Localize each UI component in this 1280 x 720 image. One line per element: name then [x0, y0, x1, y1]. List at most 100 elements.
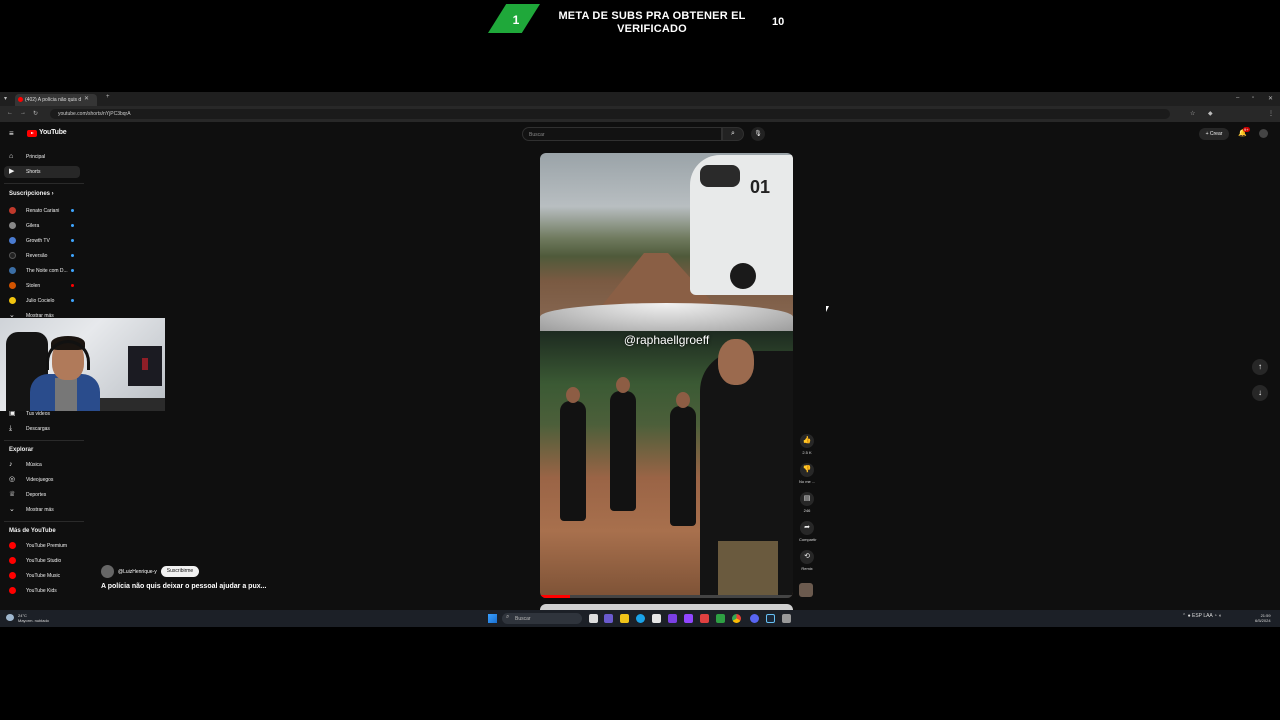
taskbar-search[interactable]: ⌕ Buscar [502, 613, 582, 624]
remix-button[interactable]: ⟲ Remix [799, 550, 815, 571]
back-icon[interactable]: ← [7, 110, 13, 116]
youtube-logo-icon[interactable] [27, 130, 37, 137]
next-short-button[interactable]: ↓ [1252, 385, 1268, 401]
app-icon[interactable] [782, 614, 791, 623]
sidebar-item-subscription[interactable]: The Noite com D... [4, 265, 80, 277]
sidebar-item-subscription[interactable]: Stolen [4, 280, 80, 292]
reload-icon[interactable]: ↻ [33, 110, 38, 117]
spreadsheet-icon[interactable] [716, 614, 725, 623]
music-icon: ♪ [9, 461, 13, 468]
taskbar-search-placeholder: Buscar [515, 616, 531, 622]
sidebar-item-label: Mostrar más [26, 507, 54, 513]
sidebar-item-sports[interactable]: ♕ Deportes [4, 489, 80, 501]
tab-list-icon[interactable]: ▾ [4, 95, 7, 102]
webcam-shirt [55, 378, 77, 411]
sidebar-item-subscription[interactable]: Growth TV [4, 235, 80, 247]
sidebar-item-music[interactable]: ♪ Música [4, 459, 80, 471]
sidebar-item-subscription[interactable]: Reversão [4, 250, 80, 262]
goal-target: 10 [772, 16, 785, 28]
channel-name[interactable]: @LuizHenrique-y [118, 569, 157, 575]
sidebar-item-label: The Noite com D... [26, 268, 68, 274]
edge-icon[interactable] [636, 614, 645, 623]
steam-icon[interactable] [766, 614, 775, 623]
create-button[interactable]: + Crear [1199, 128, 1229, 140]
more-from-youtube-heading: Más de YouTube [9, 528, 56, 534]
sidebar-item-label: Música [26, 462, 42, 468]
taskbar-clock[interactable]: 21:59 6/5/2024 [1255, 613, 1271, 623]
like-button[interactable]: 👍 2.5 K [799, 434, 815, 455]
file-explorer-icon[interactable] [620, 614, 629, 623]
close-tab-icon[interactable]: ✕ [84, 95, 89, 102]
video-progress-bar[interactable] [540, 595, 793, 598]
sidebar-item-principal[interactable]: ⌂ Principal [4, 151, 80, 163]
voice-search-button[interactable]: 🎙 [751, 127, 765, 141]
short-video-player[interactable]: 01 @raphaellgroeff [540, 153, 793, 598]
store-icon[interactable] [652, 614, 661, 623]
extension-icon[interactable]: ◆ [1208, 110, 1213, 117]
menu-icon[interactable]: ≡ [9, 129, 14, 138]
youtube-logo-text[interactable]: YouTube [39, 129, 67, 136]
windows-start-icon[interactable] [488, 614, 497, 623]
arrow-down-icon: ↓ [1258, 388, 1262, 397]
sound-thumbnail[interactable] [799, 583, 813, 597]
bookmark-star-icon[interactable]: ☆ [1190, 110, 1195, 117]
channel-avatar[interactable] [101, 565, 114, 578]
sidebar-item-subscription[interactable]: Julio Cocielo [4, 295, 80, 307]
search-button[interactable]: ⌕ [722, 127, 744, 141]
maximize-icon[interactable]: ▫ [1252, 95, 1254, 101]
sidebar-item-gaming[interactable]: ◎ Videojuegos [4, 474, 80, 486]
obs-icon[interactable] [684, 614, 693, 623]
sidebar-item-label: Tus videos [26, 411, 50, 417]
subscribe-button[interactable]: Suscribirme [161, 566, 199, 577]
sidebar-item-kids[interactable]: YouTube Kids [4, 585, 80, 597]
task-view-icon[interactable] [589, 614, 598, 623]
sidebar-item-music-app[interactable]: YouTube Music [4, 570, 80, 582]
sidebar-item-subscription[interactable]: Gilera [4, 220, 80, 232]
dislike-button[interactable]: 👎 No me ... [799, 463, 815, 484]
sidebar-item-show-more[interactable]: ⌄ Mostrar más [4, 504, 80, 516]
chevron-down-icon: ⌄ [9, 506, 15, 513]
remix-icon: ⟲ [804, 553, 810, 560]
youtube-kids-icon [9, 587, 16, 594]
url-field[interactable]: youtube.com/shorts/nYjPC3bqrA [50, 109, 1170, 119]
sidebar-item-studio[interactable]: YouTube Studio [4, 555, 80, 567]
car-hood [540, 303, 793, 331]
subscriptions-title: Suscripciones [9, 191, 51, 197]
thumbs-up-icon: 👍 [802, 437, 812, 444]
streamer-webcam [0, 318, 165, 411]
search-input[interactable]: Buscar [522, 127, 722, 141]
subscriptions-heading[interactable]: Suscripciones › [9, 191, 54, 197]
sidebar-item-label: Growth TV [26, 238, 50, 244]
twitch-icon[interactable] [668, 614, 677, 623]
new-tab-icon[interactable]: + [106, 94, 110, 100]
short-title[interactable]: A polícia não quis deixar o pessoal ajud… [101, 583, 266, 590]
discord-icon[interactable] [750, 614, 759, 623]
thumbs-down-icon: 👎 [802, 466, 812, 473]
sidebar-item-subscription[interactable]: Renato Cariani [4, 205, 80, 217]
avatar[interactable] [1259, 129, 1268, 138]
new-content-dot [71, 254, 74, 257]
bus-number: 01 [750, 177, 771, 197]
minimize-icon[interactable]: – [1236, 95, 1239, 101]
weather-widget[interactable]: 24°C Mayorm. nublado [6, 613, 49, 623]
chrome-icon[interactable] [732, 614, 741, 623]
previous-short-button[interactable]: ↑ [1252, 359, 1268, 375]
new-content-dot [71, 224, 74, 227]
wifi-icon: ◔ [1213, 613, 1217, 619]
browser-menu-icon[interactable]: ⋮ [1268, 110, 1274, 117]
close-window-icon[interactable]: ✕ [1268, 95, 1273, 102]
sidebar-item-premium[interactable]: YouTube Premium [4, 540, 80, 552]
app-icon[interactable] [700, 614, 709, 623]
teams-icon[interactable] [604, 614, 613, 623]
notifications-button[interactable]: 🔔 9+ [1238, 127, 1250, 137]
forward-icon[interactable]: → [20, 110, 26, 116]
divider [4, 440, 84, 441]
sidebar-item-label: Shorts [26, 169, 41, 175]
share-button[interactable]: ➦ Compartir [799, 521, 817, 542]
sidebar-item-shorts[interactable]: ▶ Shorts [4, 166, 80, 178]
system-tray[interactable]: ⌃ ● ESP LAA ◔ ◖ [1182, 613, 1221, 619]
sidebar-item-downloads[interactable]: ⤓ Descargas [4, 423, 80, 435]
channel-avatar [9, 237, 16, 244]
channel-avatar [9, 267, 16, 274]
comments-button[interactable]: ▤ 246 [799, 492, 815, 513]
